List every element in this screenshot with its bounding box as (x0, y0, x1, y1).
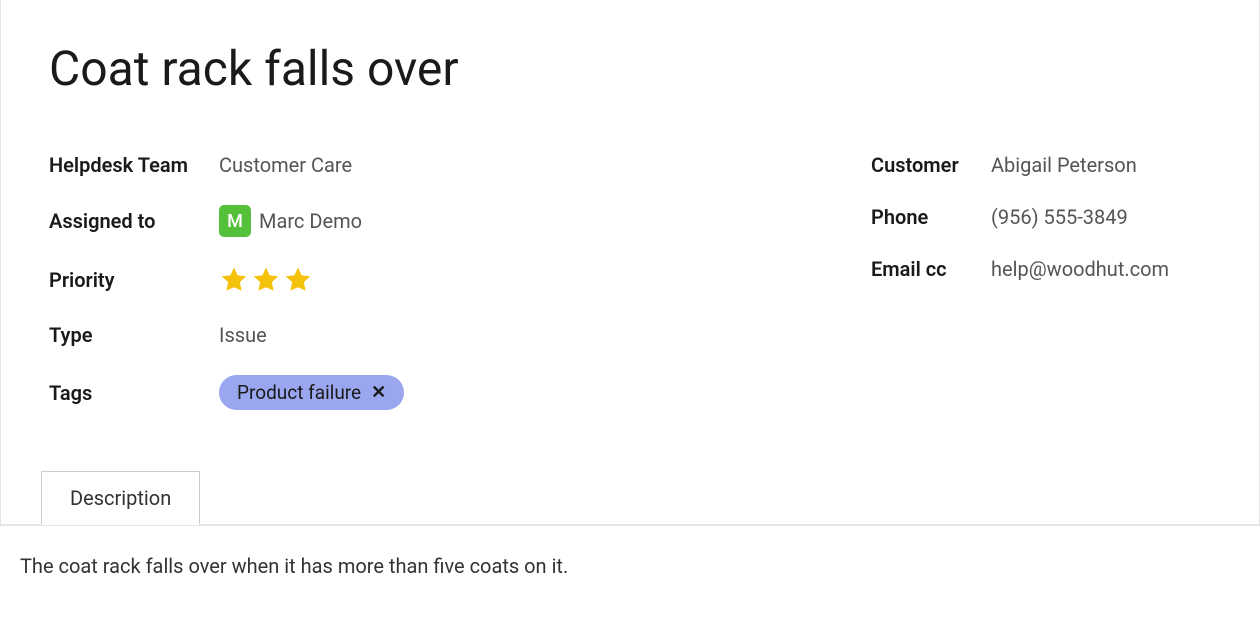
star-icon[interactable] (283, 265, 313, 295)
value-priority (219, 265, 313, 295)
value-customer[interactable]: Abigail Peterson (991, 153, 1137, 177)
ticket-title[interactable]: Coat rack falls over (49, 40, 1211, 97)
right-column: Customer Abigail Peterson Phone (956) 55… (871, 153, 1211, 438)
label-type: Type (49, 323, 219, 347)
tab-bar: Description (41, 471, 200, 525)
label-assigned-to: Assigned to (49, 209, 219, 233)
star-icon[interactable] (219, 265, 249, 295)
field-tags: Tags Product failure ✕ (49, 375, 831, 410)
field-customer: Customer Abigail Peterson (871, 153, 1211, 177)
avatar: M (219, 205, 251, 237)
star-icon[interactable] (251, 265, 281, 295)
label-email-cc: Email cc (871, 257, 991, 281)
field-email-cc: Email cc help@woodhut.com (871, 257, 1211, 281)
label-phone: Phone (871, 205, 991, 229)
field-columns: Helpdesk Team Customer Care Assigned to … (49, 153, 1211, 438)
label-customer: Customer (871, 153, 991, 177)
left-column: Helpdesk Team Customer Care Assigned to … (49, 153, 831, 438)
tag-remove-icon[interactable]: ✕ (371, 382, 386, 403)
value-phone[interactable]: (956) 555-3849 (991, 205, 1128, 229)
value-tags[interactable]: Product failure ✕ (219, 375, 404, 410)
value-type[interactable]: Issue (219, 323, 267, 347)
field-type: Type Issue (49, 323, 831, 347)
ticket-card: Coat rack falls over Helpdesk Team Custo… (0, 0, 1260, 525)
priority-stars[interactable] (219, 265, 313, 295)
value-assigned-to[interactable]: M Marc Demo (219, 205, 362, 237)
value-helpdesk-team[interactable]: Customer Care (219, 153, 352, 177)
description-panel[interactable]: The coat rack falls over when it has mor… (0, 525, 1260, 598)
label-tags: Tags (49, 381, 219, 405)
field-assigned-to: Assigned to M Marc Demo (49, 205, 831, 237)
tag-pill[interactable]: Product failure ✕ (219, 375, 404, 410)
field-priority: Priority (49, 265, 831, 295)
assigned-to-name: Marc Demo (259, 209, 362, 233)
tab-description[interactable]: Description (41, 471, 200, 525)
label-priority: Priority (49, 268, 219, 292)
value-email-cc[interactable]: help@woodhut.com (991, 257, 1169, 281)
label-helpdesk-team: Helpdesk Team (49, 153, 219, 177)
field-helpdesk-team: Helpdesk Team Customer Care (49, 153, 831, 177)
tag-label: Product failure (237, 381, 361, 404)
field-phone: Phone (956) 555-3849 (871, 205, 1211, 229)
